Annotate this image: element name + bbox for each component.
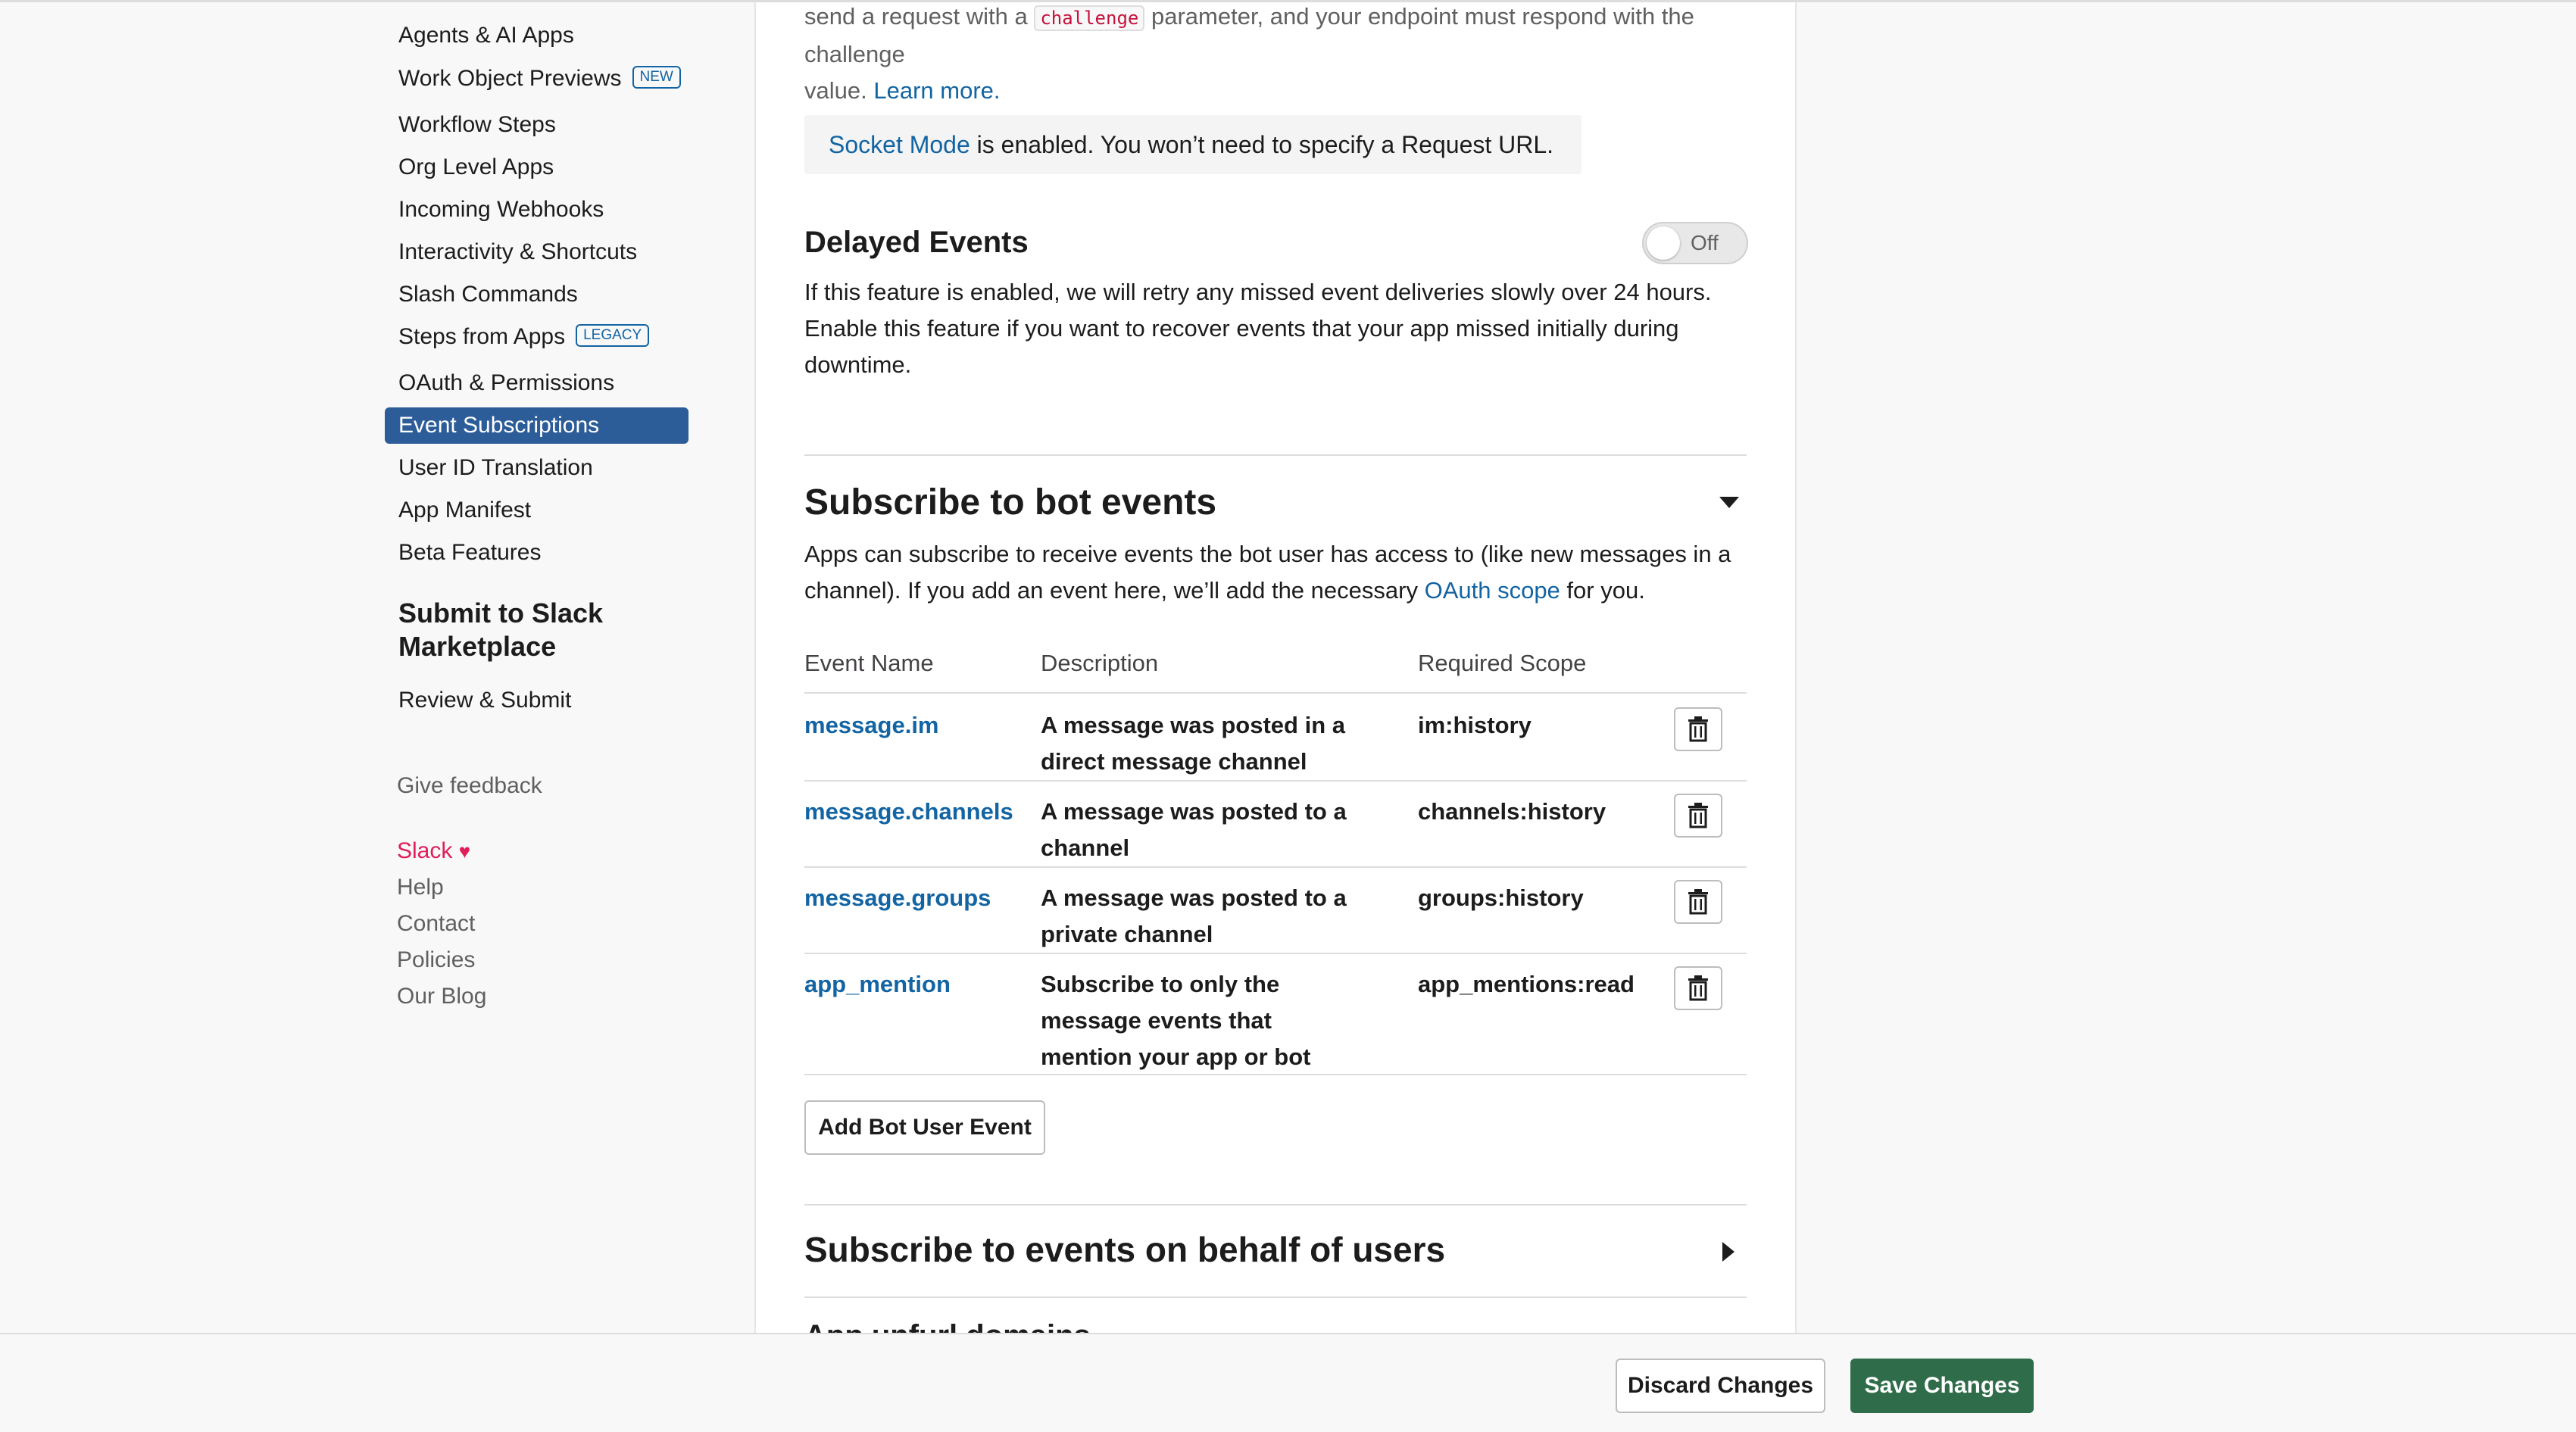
sidebar-item-label: Work Object Previews [398, 66, 622, 91]
sidebar-item-label: Interactivity & Shortcuts [398, 239, 638, 264]
sidebar-item-work-object-previews[interactable]: Work Object Previews NEW [398, 61, 681, 97]
row-divider [804, 953, 1747, 954]
intro-text-part: value. [804, 77, 867, 104]
event-scope: groups:history [1418, 884, 1584, 911]
section-divider [804, 1296, 1747, 1298]
learn-more-link[interactable]: Learn more. [873, 77, 1000, 104]
event-scope: channels:history [1418, 798, 1606, 825]
event-description: Subscribe to only the message events tha… [1041, 971, 1311, 1070]
new-badge: NEW [632, 66, 681, 89]
column-header-required-scope: Required Scope [1418, 650, 1587, 676]
legacy-badge: LEGACY [576, 324, 650, 348]
sidebar-item-label: Review & Submit [398, 688, 572, 713]
sidebar-item-review-submit[interactable]: Review & Submit [398, 682, 571, 719]
caret-down-icon[interactable] [1719, 497, 1739, 508]
sidebar-item-label: User ID Translation [398, 455, 593, 480]
save-bar: Discard Changes Save Changes [0, 1333, 2576, 1432]
sidebar-item-label: Org Level Apps [398, 154, 554, 179]
trash-icon [1688, 889, 1708, 915]
app-config-page: Agents & AI Apps Work Object Previews NEW… [0, 0, 2576, 1432]
our-blog-link[interactable]: Our Blog [397, 980, 486, 1013]
event-name[interactable]: app_mention [804, 966, 951, 1003]
oauth-scope-link[interactable]: OAuth scope [1425, 577, 1560, 604]
add-bot-user-event-button[interactable]: Add Bot User Event [804, 1100, 1045, 1155]
delete-event-button[interactable] [1674, 966, 1722, 1010]
event-scope: im:history [1418, 712, 1532, 738]
toggle-knob [1647, 226, 1680, 260]
caret-right-icon[interactable] [1722, 1242, 1735, 1262]
sidebar-item-org-level-apps[interactable]: Org Level Apps [398, 149, 554, 186]
row-divider [804, 1074, 1747, 1075]
delayed-events-title: Delayed Events [804, 226, 1029, 259]
sidebar-item-beta-features[interactable]: Beta Features [398, 535, 541, 571]
event-name[interactable]: message.channels [804, 794, 1013, 830]
contact-link[interactable]: Contact [397, 907, 475, 941]
trash-icon [1688, 803, 1708, 828]
delete-event-button[interactable] [1674, 707, 1722, 751]
sidebar-item-workflow-steps[interactable]: Workflow Steps [398, 107, 556, 143]
trash-icon [1688, 975, 1708, 1001]
event-name[interactable]: message.im [804, 707, 939, 744]
event-description: A message was posted in a direct message… [1041, 712, 1346, 775]
sidebar-item-label: Steps from Apps [398, 324, 566, 349]
row-divider [804, 866, 1747, 868]
sidebar-item-event-subscriptions[interactable]: Event Subscriptions [385, 407, 688, 444]
sidebar-item-user-id-translation[interactable]: User ID Translation [398, 450, 593, 486]
bot-events-title: Subscribe to bot events [804, 482, 1217, 523]
next-section-title-partial: App unfurl domains [804, 1315, 1091, 1333]
event-name[interactable]: message.groups [804, 880, 991, 916]
sidebar-item-label: Event Subscriptions [398, 413, 600, 438]
challenge-code: challenge [1034, 5, 1145, 31]
intro-text: send a request with a challenge paramete… [804, 0, 1747, 109]
policies-link[interactable]: Policies [397, 944, 475, 977]
event-description: A message was posted to a private channe… [1041, 884, 1347, 947]
give-feedback-link[interactable]: Give feedback [397, 769, 542, 803]
delete-event-button[interactable] [1674, 880, 1722, 924]
event-description: A message was posted to a channel [1041, 798, 1347, 861]
socket-mode-link[interactable]: Socket Mode [829, 131, 970, 158]
section-divider [804, 1204, 1747, 1206]
heart-icon: ♥ [458, 840, 471, 863]
sidebar-item-label: Slash Commands [398, 282, 578, 307]
delayed-events-toggle[interactable]: Off [1642, 222, 1748, 264]
submit-heading: Submit to Slack Marketplace [398, 597, 604, 662]
help-link[interactable]: Help [397, 871, 444, 904]
socket-mode-text: is enabled. You won’t need to specify a … [976, 131, 1554, 158]
row-divider [804, 780, 1747, 782]
toggle-label: Off [1691, 231, 1719, 254]
sidebar-item-label: OAuth & Permissions [398, 370, 615, 395]
table-header-divider [804, 692, 1747, 694]
sidebar-item-label: Incoming Webhooks [398, 197, 604, 222]
event-scope: app_mentions:read [1418, 971, 1635, 997]
sidebar-item-agents-ai-apps[interactable]: Agents & AI Apps [398, 17, 574, 54]
sidebar-item-label: App Manifest [398, 498, 532, 523]
sidebar-item-incoming-webhooks[interactable]: Incoming Webhooks [398, 192, 604, 228]
section-divider [804, 454, 1747, 456]
sidebar-item-label: Agents & AI Apps [398, 23, 574, 48]
delayed-events-description: If this feature is enabled, we will retr… [804, 279, 1712, 378]
bot-events-description-text: for you. [1566, 577, 1645, 604]
sidebar-item-label: Workflow Steps [398, 112, 556, 137]
delete-event-button[interactable] [1674, 794, 1722, 838]
user-events-title: Subscribe to events on behalf of users [804, 1230, 1446, 1269]
sidebar-item-interactivity-shortcuts[interactable]: Interactivity & Shortcuts [398, 234, 637, 270]
save-changes-button[interactable]: Save Changes [1850, 1359, 2034, 1413]
bot-events-description: Apps can subscribe to receive events the… [804, 536, 1744, 609]
sidebar-item-app-manifest[interactable]: App Manifest [398, 492, 531, 529]
intro-text-part: send a request with a [804, 3, 1028, 30]
sidebar-item-steps-from-apps[interactable]: Steps from Apps LEGACY [398, 319, 650, 355]
sidebar-item-slash-commands[interactable]: Slash Commands [398, 276, 578, 313]
sidebar-item-label: Beta Features [398, 540, 542, 565]
column-header-description: Description [1041, 650, 1159, 676]
right-background [1797, 0, 2576, 1333]
socket-mode-notice: Socket Mode is enabled. You won’t need t… [804, 115, 1582, 174]
slack-link-label: Slack [397, 838, 453, 863]
sidebar-item-oauth-permissions[interactable]: OAuth & Permissions [398, 365, 614, 401]
sidebar-background [0, 0, 754, 1333]
slack-link[interactable]: Slack ♥ [397, 835, 470, 868]
trash-icon [1688, 716, 1708, 742]
discard-changes-button[interactable]: Discard Changes [1616, 1359, 1825, 1413]
column-header-event-name: Event Name [804, 650, 934, 676]
